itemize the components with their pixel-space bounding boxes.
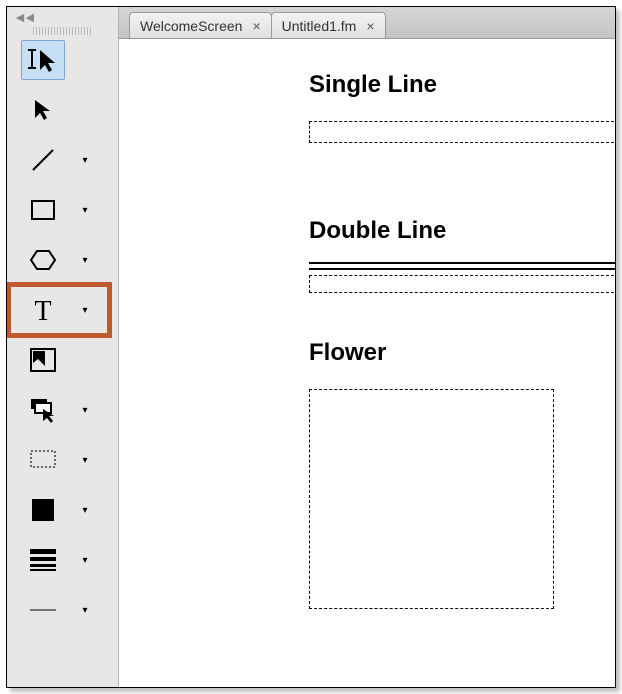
rule-line-bottom	[309, 268, 616, 270]
fill-swatch-icon	[31, 498, 55, 522]
line-weight-icon	[30, 549, 56, 571]
text-frame-tool[interactable]	[21, 340, 65, 380]
polygon-tool-flyout[interactable]: ▾	[77, 240, 93, 280]
select-tool[interactable]	[21, 90, 65, 130]
line-tool[interactable]	[21, 140, 65, 180]
line-style-tool[interactable]	[21, 590, 65, 630]
text-tool[interactable]: T	[21, 290, 65, 330]
object-select-icon	[29, 397, 57, 423]
heading-flower: Flower	[309, 339, 386, 367]
fill-tool[interactable]	[21, 490, 65, 530]
line-tool-flyout[interactable]: ▾	[77, 140, 93, 180]
tools-panel-header: ◄◄	[7, 7, 118, 35]
gravity-tool[interactable]	[21, 390, 65, 430]
close-icon[interactable]: ×	[366, 19, 374, 33]
text-tool-flyout[interactable]: ▾	[77, 290, 93, 330]
arrow-pointer-icon	[31, 98, 55, 122]
text-frame-single-line[interactable]	[309, 121, 616, 143]
hexagon-icon	[29, 247, 57, 273]
marquee-tool-flyout[interactable]: ▾	[77, 440, 93, 480]
marquee-tool[interactable]	[21, 440, 65, 480]
thin-line-icon	[30, 606, 56, 614]
smart-select-tool[interactable]	[21, 40, 65, 80]
tab-untitled[interactable]: Untitled1.fm ×	[271, 12, 386, 38]
line-icon	[30, 147, 56, 173]
rectangle-icon	[30, 197, 56, 223]
tab-label: WelcomeScreen	[140, 18, 242, 34]
document-tabbar: WelcomeScreen × Untitled1.fm ×	[119, 7, 615, 39]
rectangle-tool-flyout[interactable]: ▾	[77, 190, 93, 230]
close-icon[interactable]: ×	[252, 19, 260, 33]
tab-label: Untitled1.fm	[282, 18, 357, 34]
tools-panel: ◄◄	[7, 7, 119, 687]
heading-double-line: Double Line	[309, 217, 446, 245]
polygon-tool[interactable]	[21, 240, 65, 280]
line-weight-tool[interactable]	[21, 540, 65, 580]
tab-welcome[interactable]: WelcomeScreen ×	[129, 12, 272, 38]
line-style-tool-flyout[interactable]: ▾	[77, 590, 93, 630]
app-frame: ◄◄	[6, 6, 616, 688]
dotted-marquee-icon	[30, 450, 56, 470]
fill-tool-flyout[interactable]: ▾	[77, 490, 93, 530]
panel-gripper[interactable]	[33, 27, 93, 35]
smart-select-icon	[28, 46, 58, 74]
document-canvas[interactable]: Single Line Double Line Flower	[119, 39, 615, 687]
rule-line-top	[309, 262, 616, 264]
heading-single-line: Single Line	[309, 71, 437, 99]
anchored-frame-flower[interactable]	[309, 389, 554, 609]
gravity-tool-flyout[interactable]: ▾	[77, 390, 93, 430]
text-t-icon: T	[29, 296, 57, 324]
svg-text:T: T	[34, 296, 51, 324]
rectangle-tool[interactable]	[21, 190, 65, 230]
text-frame-icon	[29, 347, 57, 373]
line-weight-tool-flyout[interactable]: ▾	[77, 540, 93, 580]
collapse-panel-icon[interactable]: ◄◄	[13, 9, 33, 25]
text-frame-double-line[interactable]	[309, 275, 616, 293]
